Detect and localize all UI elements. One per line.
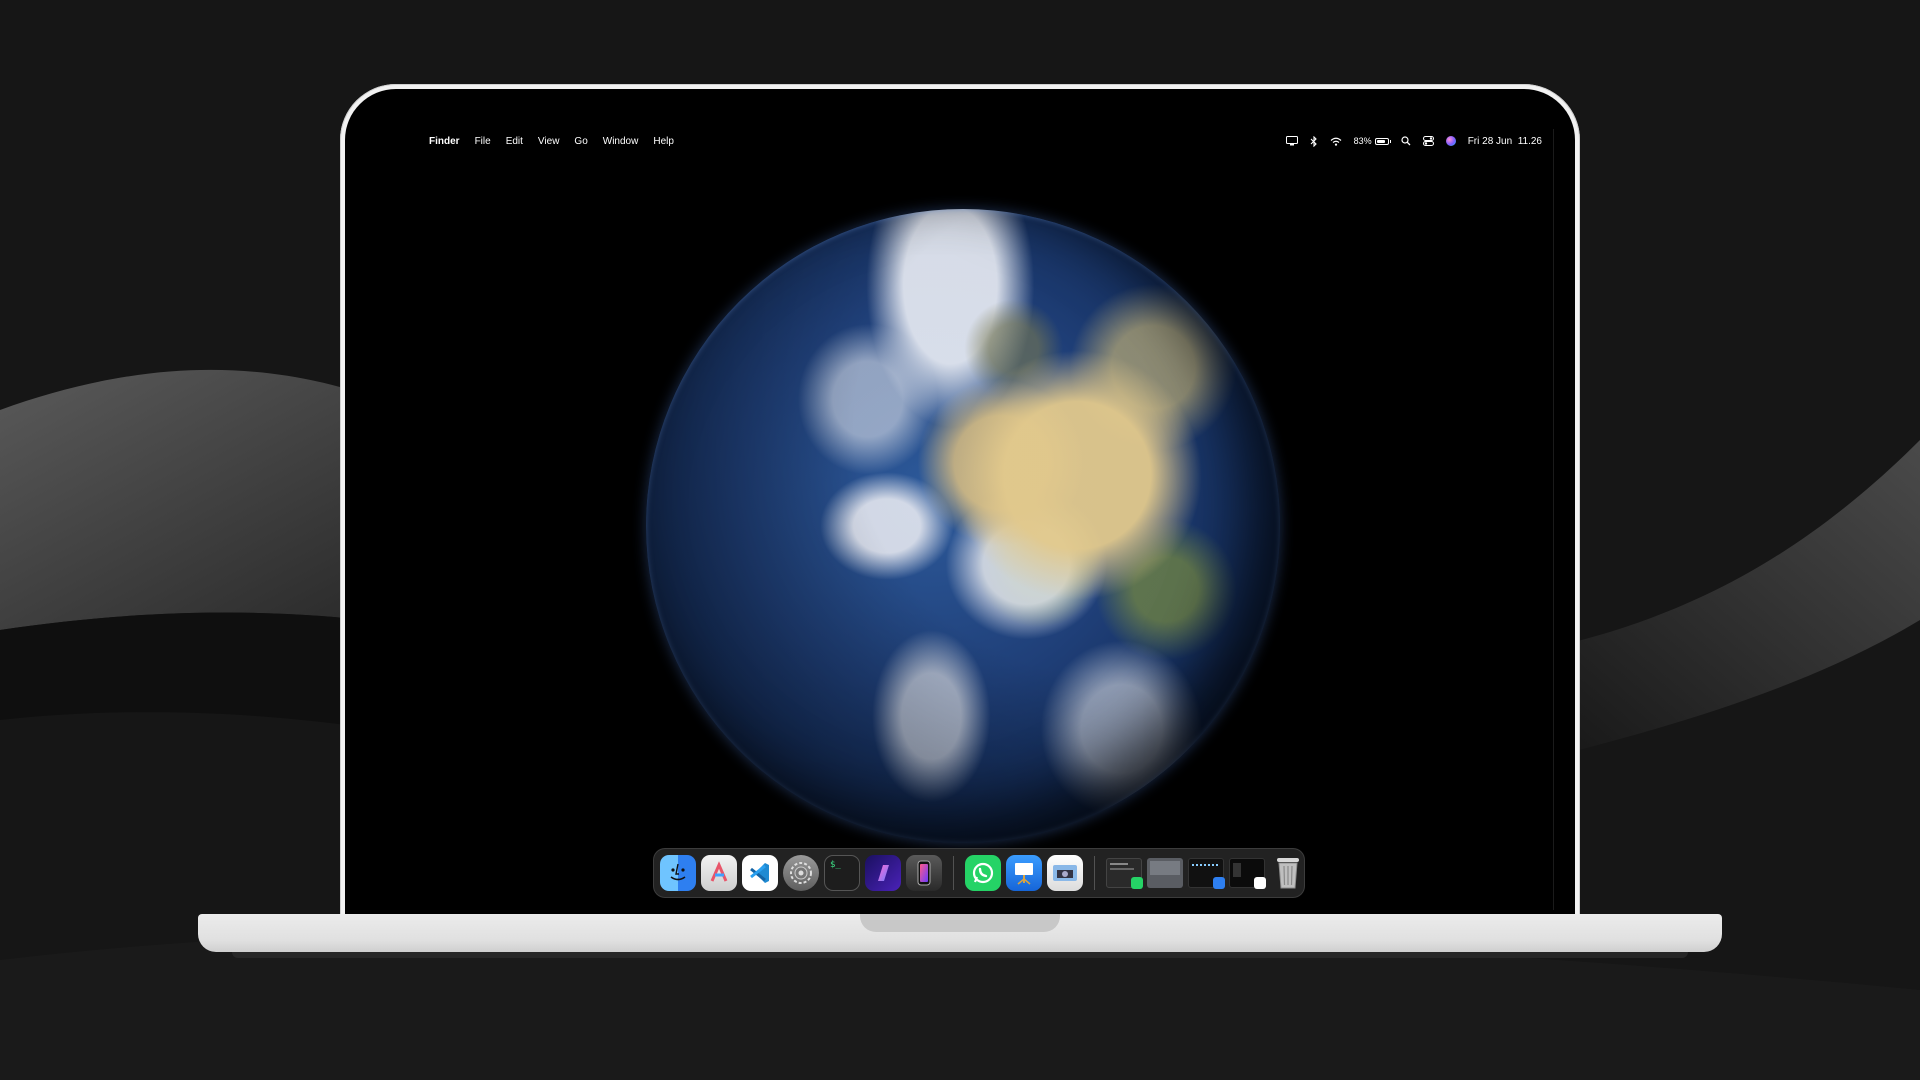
menu-file[interactable]: File: [475, 136, 491, 147]
system-settings-icon[interactable]: [783, 855, 819, 891]
dock: $_: [653, 848, 1305, 898]
menu-bar-left: Finder File Edit View Go Window Help: [366, 136, 674, 147]
menu-clock[interactable]: Fri 28 Jun 11.26: [1468, 136, 1542, 147]
laptop-bezel: Finder File Edit View Go Window Help 83%…: [345, 89, 1575, 916]
menu-edit[interactable]: Edit: [506, 136, 523, 147]
menu-bar-right: 83% Fri 28 Jun 11.26: [1285, 135, 1554, 147]
wifi-icon[interactable]: [1330, 137, 1342, 146]
menu-bar: Finder File Edit View Go Window Help 83%…: [366, 129, 1554, 153]
menu-app-name[interactable]: Finder: [429, 136, 460, 147]
keynote-icon[interactable]: [1006, 855, 1042, 891]
vscode-window-thumbnail[interactable]: [1229, 858, 1266, 889]
battery-icon: [1374, 137, 1391, 145]
terminal-window-thumbnail[interactable]: [1147, 858, 1183, 888]
trash-icon[interactable]: [1270, 855, 1306, 891]
whatsapp-window-thumbnail[interactable]: [1106, 858, 1143, 889]
finder-window-thumbnail[interactable]: [1188, 858, 1225, 889]
finder-icon[interactable]: [660, 855, 696, 891]
menu-help[interactable]: Help: [653, 136, 674, 147]
dock-separator: [1094, 856, 1095, 890]
desktop-screen: Finder File Edit View Go Window Help 83%…: [366, 129, 1554, 910]
laptop-base-shadow: [232, 952, 1688, 958]
control-center-icon[interactable]: [1422, 136, 1434, 146]
vscode-icon[interactable]: [742, 855, 778, 891]
search-icon[interactable]: [1401, 136, 1411, 146]
laptop-base-notch: [860, 914, 1060, 932]
battery-level-fill: [1376, 139, 1385, 143]
terminal-prompt-glyph: $_: [830, 860, 841, 870]
whatsapp-icon[interactable]: [965, 855, 1001, 891]
iphone-mirroring-icon[interactable]: [906, 855, 942, 891]
display-icon[interactable]: [1285, 136, 1298, 146]
bluetooth-icon[interactable]: [1310, 135, 1318, 147]
menu-go[interactable]: Go: [574, 136, 587, 147]
preview-icon[interactable]: [1047, 855, 1083, 891]
menu-window[interactable]: Window: [603, 136, 639, 147]
battery-status[interactable]: 83%: [1353, 136, 1391, 146]
siri-icon[interactable]: [1445, 136, 1456, 146]
notchnook-icon[interactable]: [865, 855, 901, 891]
launchpad-icon[interactable]: [701, 855, 737, 891]
battery-percent: 83%: [1353, 136, 1372, 146]
dock-separator: [953, 856, 954, 890]
menu-view[interactable]: View: [538, 136, 560, 147]
screen-edge: [1553, 129, 1554, 910]
terminal-icon[interactable]: $_: [824, 855, 860, 891]
earth-shadow: [646, 209, 1280, 843]
